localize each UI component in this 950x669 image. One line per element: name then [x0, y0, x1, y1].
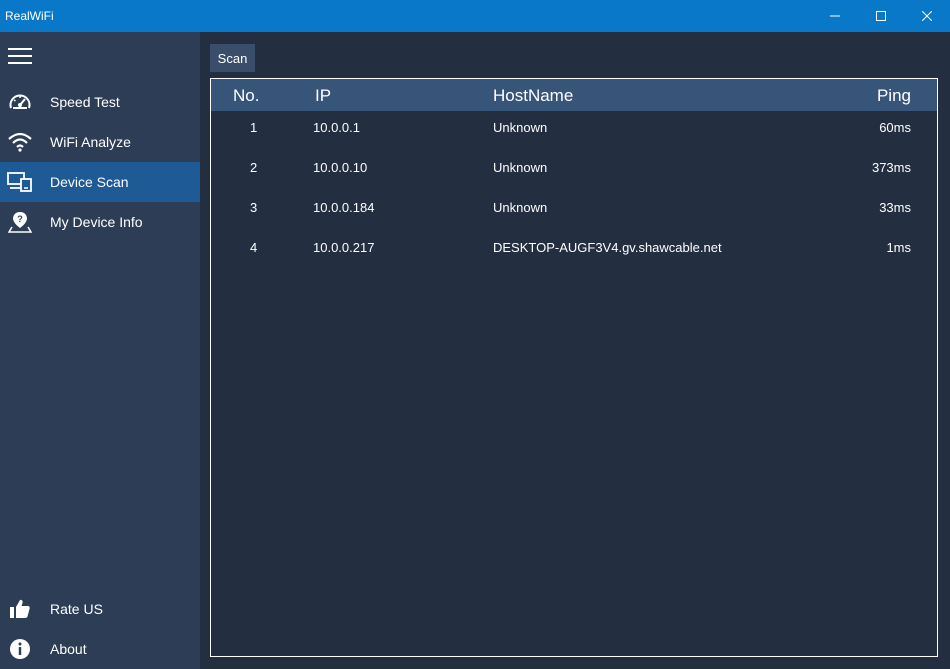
cell-hostname: DESKTOP-AUGF3V4.gv.shawcable.net — [493, 228, 722, 268]
cell-ping: 1ms — [886, 228, 911, 268]
hamburger-menu-icon[interactable] — [8, 46, 32, 66]
cell-ip: 10.0.0.217 — [313, 228, 374, 268]
device-table: No. IP HostName Ping 1 10.0.0.1 Unknown … — [210, 78, 938, 657]
info-icon — [0, 629, 40, 669]
column-header-hostname[interactable]: HostName — [493, 79, 573, 111]
cell-no: 3 — [250, 188, 257, 228]
sidebar-item-label: Speed Test — [50, 94, 120, 110]
cell-hostname: Unknown — [493, 188, 547, 228]
minimize-button[interactable] — [812, 0, 858, 32]
sidebar-item-label: WiFi Analyze — [50, 134, 131, 150]
sidebar-item-wifi-analyze[interactable]: WiFi Analyze — [0, 122, 200, 162]
speedometer-icon — [0, 82, 40, 122]
cell-no: 2 — [250, 148, 257, 188]
sidebar-item-speed-test[interactable]: Speed Test — [0, 82, 200, 122]
devices-icon — [0, 162, 40, 202]
table-header: No. IP HostName Ping — [211, 79, 937, 111]
sidebar-item-label: About — [50, 641, 87, 657]
cell-ping: 373ms — [872, 148, 911, 188]
wifi-icon — [0, 122, 40, 162]
sidebar-item-device-scan[interactable]: Device Scan — [0, 162, 200, 202]
cell-no: 1 — [250, 108, 257, 148]
location-pin-icon: ? — [0, 202, 40, 242]
maximize-icon — [876, 11, 886, 21]
sidebar-item-label: Device Scan — [50, 174, 129, 190]
cell-ping: 60ms — [879, 108, 911, 148]
cell-no: 4 — [250, 228, 257, 268]
title-bar: RealWiFi — [0, 0, 950, 32]
scan-button[interactable]: Scan — [210, 44, 255, 72]
close-button[interactable] — [904, 0, 950, 32]
sidebar-item-label: Rate US — [50, 601, 103, 617]
sidebar-item-my-device-info[interactable]: ? My Device Info — [0, 202, 200, 242]
app-window: RealWiFi — [0, 0, 950, 669]
table-row[interactable]: 4 10.0.0.217 DESKTOP-AUGF3V4.gv.shawcabl… — [211, 228, 937, 268]
sidebar-item-label: My Device Info — [50, 214, 143, 230]
table-row[interactable]: 1 10.0.0.1 Unknown 60ms — [211, 108, 937, 148]
sidebar-item-rate-us[interactable]: Rate US — [0, 589, 200, 629]
sidebar-item-about[interactable]: About — [0, 629, 200, 669]
sidebar: Speed Test WiFi Analyze — [0, 32, 200, 669]
column-header-ping[interactable]: Ping — [877, 79, 911, 111]
cell-ip: 10.0.0.1 — [313, 108, 360, 148]
minimize-icon — [830, 11, 840, 21]
table-row[interactable]: 2 10.0.0.10 Unknown 373ms — [211, 148, 937, 188]
cell-ping: 33ms — [879, 188, 911, 228]
cell-ip: 10.0.0.184 — [313, 188, 374, 228]
cell-hostname: Unknown — [493, 148, 547, 188]
cell-ip: 10.0.0.10 — [313, 148, 367, 188]
column-header-no[interactable]: No. — [233, 79, 259, 111]
cell-hostname: Unknown — [493, 108, 547, 148]
thumbs-up-icon — [0, 589, 40, 629]
window-controls — [812, 0, 950, 32]
maximize-button[interactable] — [858, 0, 904, 32]
table-row[interactable]: 3 10.0.0.184 Unknown 33ms — [211, 188, 937, 228]
close-icon — [922, 11, 932, 21]
window-title: RealWiFi — [5, 9, 54, 23]
column-header-ip[interactable]: IP — [315, 79, 331, 111]
svg-text:?: ? — [17, 214, 23, 224]
